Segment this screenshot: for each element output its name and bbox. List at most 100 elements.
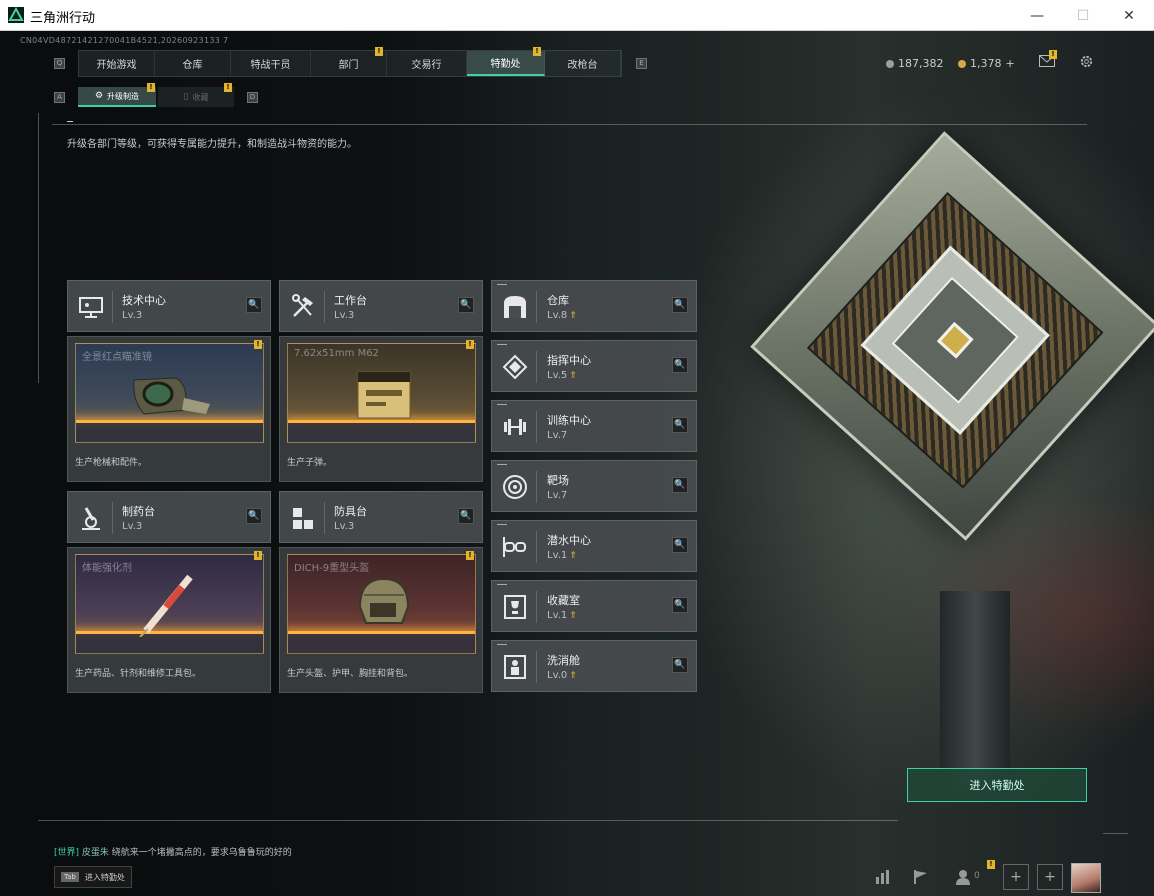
upgrade-arrow-icon: ⇑	[569, 611, 577, 621]
facility-name: 工作台	[334, 294, 367, 307]
helmet-icon	[358, 577, 410, 624]
tab-operators[interactable]: 特战干员	[231, 51, 311, 76]
item-name: 7.62x51mm M62	[294, 348, 379, 359]
subtab-next-key[interactable]: D	[247, 92, 258, 103]
friends-icon[interactable]	[956, 869, 970, 885]
item-badge: !	[466, 551, 474, 560]
search-icon[interactable]: 🔍	[458, 508, 474, 524]
search-icon[interactable]: 🔍	[246, 297, 262, 313]
tab-trading[interactable]: 交易行	[387, 51, 467, 76]
tab-start-game[interactable]: 开始游戏	[79, 51, 155, 76]
item-name: 体能强化剂	[82, 563, 132, 574]
gear-icon[interactable]	[1079, 54, 1094, 69]
facility-training-center[interactable]: 训练中心 Lv.7 🔍	[491, 400, 697, 452]
divider	[67, 121, 73, 122]
subtab-collection[interactable]: ▯ 收藏 !	[158, 83, 234, 107]
invite-slot-button[interactable]: +	[1037, 864, 1063, 890]
facility-decon-chamber[interactable]: 洗消舱 Lv.0 ⇑ 🔍	[491, 640, 697, 692]
production-item-panel[interactable]: 7.62x51mm M62 ! 生产子弹。	[279, 336, 483, 482]
facility-level: Lv.8	[547, 310, 568, 321]
tab-special-ops[interactable]: 特勤处!	[467, 47, 545, 76]
chat-message: 绕航来一个堵撇高点的，要求乌鲁鲁玩的好的	[111, 848, 292, 858]
production-card-workbench: 工作台 Lv.3 🔍 7.62x51mm M62 ! 生产子弹。	[279, 280, 483, 482]
player-uid: CN04VD48721421270041B4521,20260923133 7	[20, 36, 229, 45]
facility-name: 训练中心	[547, 414, 591, 427]
production-header[interactable]: 制药台 Lv.3 🔍	[67, 491, 271, 543]
target-icon	[503, 475, 527, 499]
production-item-panel[interactable]: 全景红点瞄准镜 ! 生产枪械和配件。	[67, 336, 271, 482]
mail-badge: !	[1049, 50, 1057, 59]
search-icon[interactable]: 🔍	[672, 417, 688, 433]
facility-command-center[interactable]: 指挥中心 Lv.5 ⇑ 🔍	[491, 340, 697, 392]
facility-diving-center[interactable]: 潜水中心 Lv.1 ⇑ 🔍	[491, 520, 697, 572]
enter-special-ops-button[interactable]: 进入特勤处	[907, 768, 1087, 802]
facility-level: Lv.3	[334, 521, 355, 532]
divider	[38, 113, 39, 383]
add-currency-button[interactable]: +	[1006, 57, 1015, 70]
close-button[interactable]: ✕	[1106, 0, 1152, 31]
tab-department[interactable]: 部门!	[311, 47, 387, 76]
diving-mask-icon	[503, 537, 526, 557]
tab-badge: !	[375, 47, 383, 56]
production-item-panel[interactable]: 体能强化剂 ! 生产药品、针剂和维修工具包。	[67, 547, 271, 693]
item-preview: 体能强化剂	[75, 554, 264, 654]
production-header[interactable]: 工作台 Lv.3 🔍	[279, 280, 483, 332]
chat-channel: [世界]	[54, 848, 80, 858]
search-icon[interactable]: 🔍	[672, 297, 688, 313]
facility-name: 洗消舱	[547, 654, 580, 667]
search-icon[interactable]: 🔍	[672, 477, 688, 493]
nav-prev-key[interactable]: Q	[54, 58, 65, 69]
item-preview: DICH-9重型头盔	[287, 554, 476, 654]
nav-next-key[interactable]: E	[636, 58, 647, 69]
production-caption: 生产药品、针剂和维修工具包。	[75, 669, 202, 679]
maximize-button[interactable]: ☐	[1060, 0, 1106, 31]
tab-gunsmith[interactable]: 改枪台	[545, 51, 621, 76]
facility-level: Lv.1	[547, 610, 568, 621]
facility-level: Lv.7	[547, 430, 568, 441]
world-chat[interactable]: [世界] 皮蛋朱 绕航来一个堵撇高点的，要求乌鲁鲁玩的好的	[54, 845, 292, 858]
production-card-armor-bench: 防具台 Lv.3 🔍 DICH-9重型头盔 ! 生产头盔、护甲、胸挂和背包。	[279, 491, 483, 693]
facility-collection-room[interactable]: 收藏室 Lv.1 ⇑ 🔍	[491, 580, 697, 632]
currency-primary: 187,382	[886, 57, 944, 70]
window-titlebar: 三角洲行动 — ☐ ✕	[0, 0, 1154, 31]
facility-name: 潜水中心	[547, 534, 591, 547]
search-icon[interactable]: 🔍	[458, 297, 474, 313]
search-icon[interactable]: 🔍	[672, 537, 688, 553]
flag-icon[interactable]	[913, 869, 929, 885]
coin-icon	[886, 59, 894, 68]
item-name: DICH-9重型头盔	[294, 563, 370, 574]
facility-name: 防具台	[334, 505, 367, 518]
window-title: 三角洲行动	[30, 11, 96, 26]
tab-warehouse[interactable]: 仓库	[155, 51, 231, 76]
search-icon[interactable]: 🔍	[672, 657, 688, 673]
dumbbell-icon	[504, 419, 526, 435]
stats-icon[interactable]	[875, 869, 891, 885]
invite-slot-button[interactable]: +	[1003, 864, 1029, 890]
facility-level: Lv.7	[547, 490, 568, 501]
search-icon[interactable]: 🔍	[672, 357, 688, 373]
production-header[interactable]: 技术中心 Lv.3 🔍	[67, 280, 271, 332]
cube-pillar	[940, 591, 1010, 791]
tab-key: Tab	[61, 872, 79, 882]
production-item-panel[interactable]: DICH-9重型头盔 ! 生产头盔、护甲、胸挂和背包。	[279, 547, 483, 693]
facility-warehouse[interactable]: 仓库 Lv.8 ⇑ 🔍	[491, 280, 697, 332]
divider	[52, 124, 1087, 125]
trophy-icon	[504, 595, 526, 619]
red-dot-sight-icon	[133, 377, 210, 415]
friends-badge: !	[987, 860, 995, 869]
tab-hint-label: 进入特勤处	[84, 872, 125, 882]
subtab-prev-key[interactable]: A	[54, 92, 65, 103]
divider	[1103, 833, 1128, 834]
player-avatar[interactable]	[1071, 863, 1101, 893]
facility-shooting-range[interactable]: 靶场 Lv.7 🔍	[491, 460, 697, 512]
search-icon[interactable]: 🔍	[672, 597, 688, 613]
subtab-upgrade-craft[interactable]: ⚙ 升级制造 !	[78, 83, 156, 107]
upgrade-arrow-icon: ⇑	[569, 551, 577, 561]
production-header[interactable]: 防具台 Lv.3 🔍	[279, 491, 483, 543]
chat-user[interactable]: 皮蛋朱	[82, 848, 109, 858]
search-icon[interactable]: 🔍	[246, 508, 262, 524]
tab-badge: !	[533, 47, 541, 56]
currency-secondary[interactable]: 1,378 +	[958, 57, 1015, 70]
minimize-button[interactable]: —	[1014, 0, 1060, 31]
tab-shortcut-hint[interactable]: Tab 进入特勤处	[54, 866, 132, 888]
